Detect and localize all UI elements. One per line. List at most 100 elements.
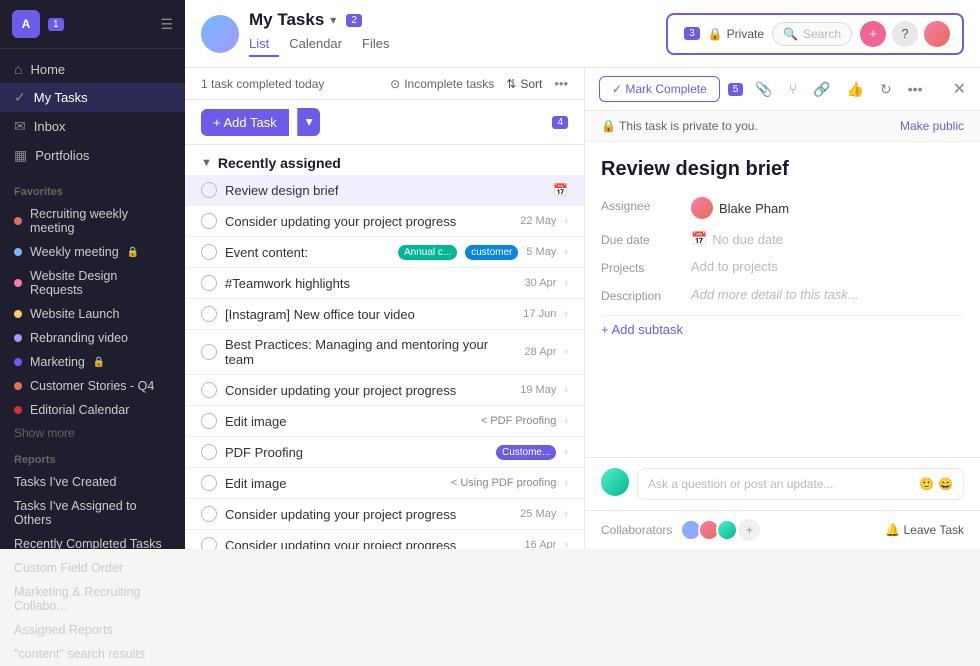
add-task-button[interactable]: + Add Task xyxy=(201,109,289,136)
task-scroll[interactable]: ▼ Recently assigned ○ Review design brie… xyxy=(185,145,584,549)
leave-task-button[interactable]: 🔔 Leave Task xyxy=(885,523,964,537)
help-button[interactable]: ? xyxy=(892,21,918,47)
sidebar-item-inbox[interactable]: ✉ Inbox xyxy=(0,112,185,141)
report-marketing-recruiting[interactable]: Marketing & Recruiting Collabo... xyxy=(0,580,185,618)
task-list-header: 1 task completed today ⊙ Incomplete task… xyxy=(185,68,584,100)
due-date-value[interactable]: 📅 No due date xyxy=(691,231,783,247)
add-collaborator-button[interactable]: + xyxy=(738,519,760,541)
refresh-icon[interactable]: ↻ xyxy=(876,79,896,100)
fav-item-weekly[interactable]: Weekly meeting 🔒 xyxy=(0,240,185,264)
report-assigned[interactable]: Assigned Reports xyxy=(0,618,185,642)
comment-input[interactable]: Ask a question or post an update... 🙂 😄 xyxy=(637,468,964,500)
fav-item-customer-stories[interactable]: Customer Stories - Q4 xyxy=(0,374,185,398)
main-content: My Tasks ▾ 2 List Calendar Files 3 🔒 Pri… xyxy=(185,0,980,549)
table-row[interactable]: ○ [Instagram] New office tour video 17 J… xyxy=(185,299,584,330)
table-row[interactable]: ○ Review design brief 📅 xyxy=(185,175,584,206)
task-checkbox[interactable]: ○ xyxy=(201,413,217,429)
task-checkbox[interactable]: ○ xyxy=(201,444,217,460)
like-icon[interactable]: 👍 xyxy=(843,79,868,100)
private-text: 🔒 This task is private to you. xyxy=(601,119,758,133)
add-button[interactable]: + xyxy=(860,21,886,47)
fav-item-rebranding[interactable]: Rebranding video xyxy=(0,326,185,350)
table-row[interactable]: ○ Event content: Annual c... customer 5 … xyxy=(185,237,584,268)
report-tasks-created[interactable]: Tasks I've Created xyxy=(0,470,185,494)
fav-item-editorial[interactable]: Editorial Calendar xyxy=(0,398,185,422)
current-user-avatar[interactable] xyxy=(924,21,950,47)
reports-label: Reports xyxy=(0,444,185,470)
task-checkbox[interactable]: ○ xyxy=(201,382,217,398)
task-checkbox[interactable]: ○ xyxy=(201,344,217,360)
sidebar-badge: 1 xyxy=(48,18,64,31)
private-label: 🔒 Private xyxy=(708,27,764,41)
branch-icon[interactable]: ⑂ xyxy=(785,79,801,99)
tab-calendar[interactable]: Calendar xyxy=(279,34,352,57)
close-detail-button[interactable]: ✕ xyxy=(953,79,966,99)
table-row[interactable]: ○ PDF Proofing Custome... › xyxy=(185,437,584,468)
sidebar-item-portfolios[interactable]: ▦ Portfolios xyxy=(0,141,185,170)
fav-dot xyxy=(14,310,22,318)
table-row[interactable]: ○ Consider updating your project progres… xyxy=(185,375,584,406)
table-row[interactable]: ○ Consider updating your project progres… xyxy=(185,530,584,549)
report-recently-completed[interactable]: Recently Completed Tasks xyxy=(0,532,185,556)
make-public-button[interactable]: Make public xyxy=(900,119,964,133)
task-checkbox[interactable]: ○ xyxy=(201,506,217,522)
task-checkbox[interactable]: ○ xyxy=(201,475,217,491)
fav-item-website-design[interactable]: Website Design Requests xyxy=(0,264,185,302)
chevron-right-icon: › xyxy=(564,539,568,549)
table-row[interactable]: ○ Edit image < PDF Proofing › xyxy=(185,406,584,437)
add-subtask-button[interactable]: + Add subtask xyxy=(601,315,964,343)
task-detail-title[interactable]: Review design brief xyxy=(601,158,964,181)
table-row[interactable]: ○ Consider updating your project progres… xyxy=(185,206,584,237)
attachment-icon[interactable]: 📎 xyxy=(751,79,776,100)
user-avatar xyxy=(201,15,239,53)
tab-files[interactable]: Files xyxy=(352,34,399,57)
sidebar-item-my-tasks[interactable]: ✓ My Tasks xyxy=(0,83,185,112)
recently-assigned-header[interactable]: ▼ Recently assigned xyxy=(185,145,584,175)
show-more[interactable]: Show more xyxy=(0,422,185,444)
task-checkbox[interactable]: ○ xyxy=(201,213,217,229)
laugh-icon[interactable]: 😄 xyxy=(938,477,953,491)
task-checkbox[interactable]: ○ xyxy=(201,275,217,291)
sort-button[interactable]: ⇅ Sort xyxy=(506,77,542,91)
task-checkbox[interactable]: ○ xyxy=(201,182,217,198)
sort-icon: ⇅ xyxy=(506,77,516,91)
fav-item-marketing[interactable]: Marketing 🔒 xyxy=(0,350,185,374)
sidebar-item-home[interactable]: ⌂ Home xyxy=(0,55,185,83)
collaborators-row: Collaborators + 🔔 Leave Task xyxy=(585,510,980,549)
collaborators-avatars: + xyxy=(680,519,760,541)
report-tasks-assigned[interactable]: Tasks I've Assigned to Others xyxy=(0,494,185,532)
comment-area: Ask a question or post an update... 🙂 😄 xyxy=(585,457,980,510)
task-checkbox[interactable]: ○ xyxy=(201,244,217,260)
fav-dot xyxy=(14,358,22,366)
description-value[interactable]: Add more detail to this task... xyxy=(691,287,859,302)
search-box[interactable]: 🔍 Search xyxy=(772,22,852,46)
mark-complete-button[interactable]: ✓ Mark Complete xyxy=(599,76,720,102)
add-projects-value[interactable]: Add to projects xyxy=(691,259,778,274)
calendar-icon: 📅 xyxy=(691,231,707,247)
smiley-icon[interactable]: 🙂 xyxy=(919,477,934,491)
tab-list[interactable]: List xyxy=(249,34,279,57)
add-task-dropdown-button[interactable]: ▾ xyxy=(297,108,321,136)
more-options-icon[interactable]: ••• xyxy=(904,79,927,99)
search-icon: 🔍 xyxy=(783,27,798,41)
chevron-right-icon: › xyxy=(564,384,568,396)
link-icon[interactable]: 🔗 xyxy=(809,79,834,100)
table-row[interactable]: ○ Edit image < Using PDF proofing › xyxy=(185,468,584,499)
topbar-badge: 3 xyxy=(684,27,700,40)
report-content-search[interactable]: "content" search results xyxy=(0,642,185,666)
emoji-buttons: 🙂 😄 xyxy=(919,477,953,491)
more-options-button[interactable]: ••• xyxy=(554,76,568,91)
table-row[interactable]: ○ Consider updating your project progres… xyxy=(185,499,584,530)
title-dropdown-icon[interactable]: ▾ xyxy=(330,13,336,27)
task-checkbox[interactable]: ○ xyxy=(201,537,217,549)
menu-icon[interactable]: ☰ xyxy=(160,16,173,33)
assignee-field: Assignee Blake Pham xyxy=(601,197,964,219)
table-row[interactable]: ○ Best Practices: Managing and mentoring… xyxy=(185,330,584,375)
task-checkbox[interactable]: ○ xyxy=(201,306,217,322)
org-logo[interactable]: A xyxy=(12,10,40,38)
fav-item-website-launch[interactable]: Website Launch xyxy=(0,302,185,326)
fav-dot xyxy=(14,382,22,390)
fav-item-recruiting[interactable]: Recruiting weekly meeting xyxy=(0,202,185,240)
report-custom-field[interactable]: Custom Field Order xyxy=(0,556,185,580)
table-row[interactable]: ○ #Teamwork highlights 30 Apr › xyxy=(185,268,584,299)
